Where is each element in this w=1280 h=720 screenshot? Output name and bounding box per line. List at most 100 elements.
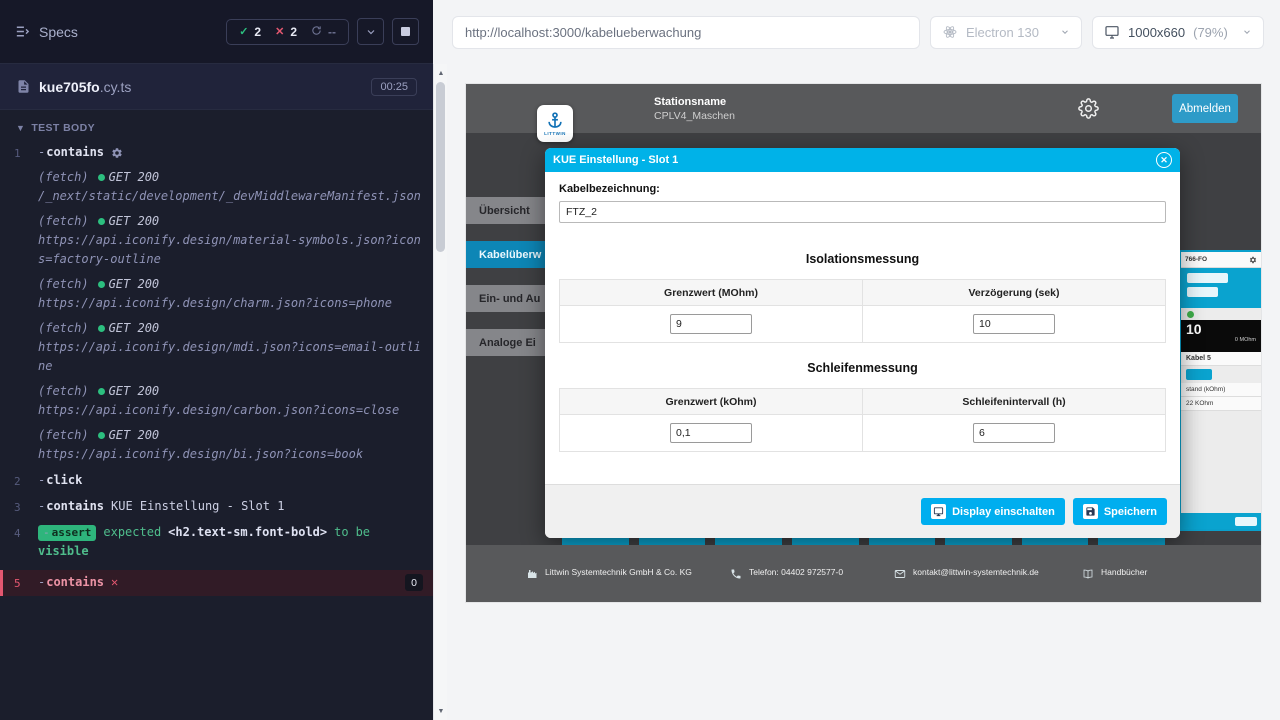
electron-icon (942, 24, 958, 40)
schleifenintervall-input[interactable] (973, 423, 1055, 443)
fail-x-icon: ✕ (111, 573, 118, 592)
kabelbezeichnung-label: Kabelbezeichnung: (559, 183, 1166, 195)
status-dot (98, 218, 105, 225)
anchor-logo-icon (545, 111, 565, 131)
card-row: stand (kOhm) (1181, 383, 1261, 397)
command-contains-1[interactable]: 1 contains (0, 140, 433, 166)
card-title: 766-FO (1185, 256, 1207, 263)
card-gear-icon[interactable] (1249, 256, 1257, 264)
schleifenmessung-heading: Schleifenmessung (559, 361, 1166, 375)
footer-manuals[interactable]: Handbücher (1082, 567, 1147, 580)
test-stats: ✓2 ✕2 -- (226, 19, 349, 45)
logout-button[interactable]: Abmelden (1172, 94, 1238, 123)
stat-passed: ✓2 (239, 25, 261, 39)
monitor-icon (1104, 24, 1120, 40)
check-icon: ✓ (239, 25, 248, 38)
element-count-badge: 0 (405, 574, 423, 591)
stop-icon (401, 27, 410, 36)
network-log-fetch[interactable]: (fetch)GET 200 https://api.iconify.desig… (38, 210, 421, 273)
network-log-fetch[interactable]: (fetch)GET 200 /_next/static/development… (38, 166, 421, 210)
modal-footer: Display einschalten Speichern (545, 484, 1180, 538)
footer-company: Littwin Systemtechnik GmbH & Co. KG (526, 567, 704, 580)
grenzwert-mohm-input[interactable] (670, 314, 752, 334)
app-content: Übersicht Kabelüberw Ein- und Au Analoge… (466, 133, 1261, 545)
network-log-fetch[interactable]: (fetch)GET 200 https://api.iconify.desig… (38, 424, 421, 468)
spec-timer: 00:25 (371, 78, 417, 96)
card-cyan-block (1181, 268, 1261, 308)
test-body-section[interactable]: ▼ TEST BODY (0, 110, 433, 140)
specs-label: Specs (39, 24, 78, 40)
spec-file-icon (16, 79, 31, 94)
chevron-down-icon: ▼ (16, 123, 25, 133)
command-log: 1 contains (fetch)GET 200 /_next/static/… (0, 140, 433, 720)
stat-failed: ✕2 (275, 25, 297, 39)
chevron-down-icon (1242, 27, 1252, 37)
network-log-fetch[interactable]: (fetch)GET 200 https://api.iconify.desig… (38, 273, 421, 317)
specs-menu[interactable]: Specs (14, 23, 78, 40)
network-log-fetch[interactable]: (fetch)GET 200 https://api.iconify.desig… (38, 380, 421, 424)
command-contains-2[interactable]: 3 contains KUE Einstellung - Slot 1 (0, 494, 433, 520)
isolationsmessung-table: Grenzwert (MOhm) Verzögerung (sek) (559, 279, 1166, 343)
reporter-header: Specs ✓2 ✕2 -- (0, 0, 433, 64)
isolationsmessung-heading: Isolationsmessung (559, 252, 1166, 266)
card-footer-button[interactable] (1235, 517, 1257, 526)
display-einschalten-button[interactable]: Display einschalten (921, 498, 1065, 525)
network-log-fetch[interactable]: (fetch)GET 200 https://api.iconify.desig… (38, 317, 421, 380)
col-grenzwert-kohm: Grenzwert (kOhm) (560, 389, 863, 415)
footer-phone: Telefon: 04402 972577-0 (730, 567, 868, 580)
reporter-panel: Specs ✓2 ✕2 -- kue705fo.cy.ts 00:25 ▼ TE… (0, 0, 433, 720)
chevron-down-icon (365, 26, 377, 38)
col-schleifenintervall: Schleifenintervall (h) (863, 389, 1166, 415)
aut-frame: LITTWIN Stationsname CPLV4_Maschen Abmel… (466, 84, 1261, 602)
spec-name: kue705fo.cy.ts (39, 79, 131, 95)
stop-button[interactable] (392, 18, 419, 45)
col-grenzwert-mohm: Grenzwert (MOhm) (560, 280, 863, 306)
station-info: Stationsname CPLV4_Maschen (654, 96, 735, 122)
app-header: LITTWIN Stationsname CPLV4_Maschen Abmel… (466, 84, 1261, 133)
url-input[interactable] (452, 16, 920, 49)
card-mini-button[interactable] (1186, 369, 1212, 380)
schleifenmessung-table: Grenzwert (kOhm) Schleifenintervall (h) (559, 388, 1166, 452)
kue-slot-card: 766-FO 10 0 MOhm Kabel 5 stand (k (1179, 250, 1261, 531)
scrollbar-thumb[interactable] (436, 82, 445, 252)
card-footer (1181, 513, 1261, 529)
scroll-down-arrow[interactable]: ▼ (434, 704, 448, 718)
status-dot (98, 432, 105, 439)
littwin-logo: LITTWIN (537, 105, 573, 142)
close-icon[interactable]: ✕ (1156, 152, 1172, 168)
runner-toolbar: Electron 130 1000x660 (79%) (433, 0, 1280, 64)
settings-gear-icon[interactable] (1078, 98, 1099, 124)
browser-select[interactable]: Electron 130 (930, 16, 1082, 49)
command-click[interactable]: 2 click (0, 468, 433, 494)
col-verzoegerung: Verzögerung (sek) (863, 280, 1166, 306)
cypress-runner: Specs ✓2 ✕2 -- kue705fo.cy.ts 00:25 ▼ TE… (0, 0, 1280, 720)
status-ok-dot (1187, 311, 1194, 318)
measurement-display: 10 0 MOhm (1181, 320, 1261, 352)
status-dot (98, 281, 105, 288)
specs-list-icon (14, 23, 31, 40)
modal-header: KUE Einstellung - Slot 1 ✕ (545, 148, 1180, 172)
modal-title: KUE Einstellung - Slot 1 (553, 154, 678, 166)
collapse-button[interactable] (357, 18, 384, 45)
assert-badge: assert (38, 525, 96, 541)
status-dot (98, 174, 105, 181)
book-icon (1082, 568, 1094, 580)
scroll-up-arrow[interactable]: ▲ (434, 66, 448, 80)
stat-pending: -- (311, 25, 336, 39)
command-assert[interactable]: 4 assert expected <h2.text-sm.font-bold>… (0, 520, 433, 564)
email-icon (894, 568, 906, 580)
viewport-select[interactable]: 1000x660 (79%) (1092, 16, 1264, 49)
kabelbezeichnung-input[interactable] (559, 201, 1166, 223)
factory-icon (526, 568, 538, 580)
verzoegerung-input[interactable] (973, 314, 1055, 334)
grenzwert-kohm-input[interactable] (670, 423, 752, 443)
x-icon: ✕ (275, 25, 284, 38)
footer-email: kontakt@littwin-systemtechnik.de (894, 567, 1056, 580)
speichern-button[interactable]: Speichern (1073, 498, 1167, 525)
kue-settings-modal: KUE Einstellung - Slot 1 ✕ Kabelbezeichn… (545, 148, 1180, 538)
app-preview-area: LITTWIN Stationsname CPLV4_Maschen Abmel… (447, 64, 1280, 720)
spec-file-row[interactable]: kue705fo.cy.ts 00:25 (0, 64, 433, 110)
command-contains-failed[interactable]: 5 contains ✕ 0 (0, 570, 433, 596)
chevron-down-icon (1060, 27, 1070, 37)
scrollbar[interactable]: ▲ ▼ (433, 64, 447, 720)
